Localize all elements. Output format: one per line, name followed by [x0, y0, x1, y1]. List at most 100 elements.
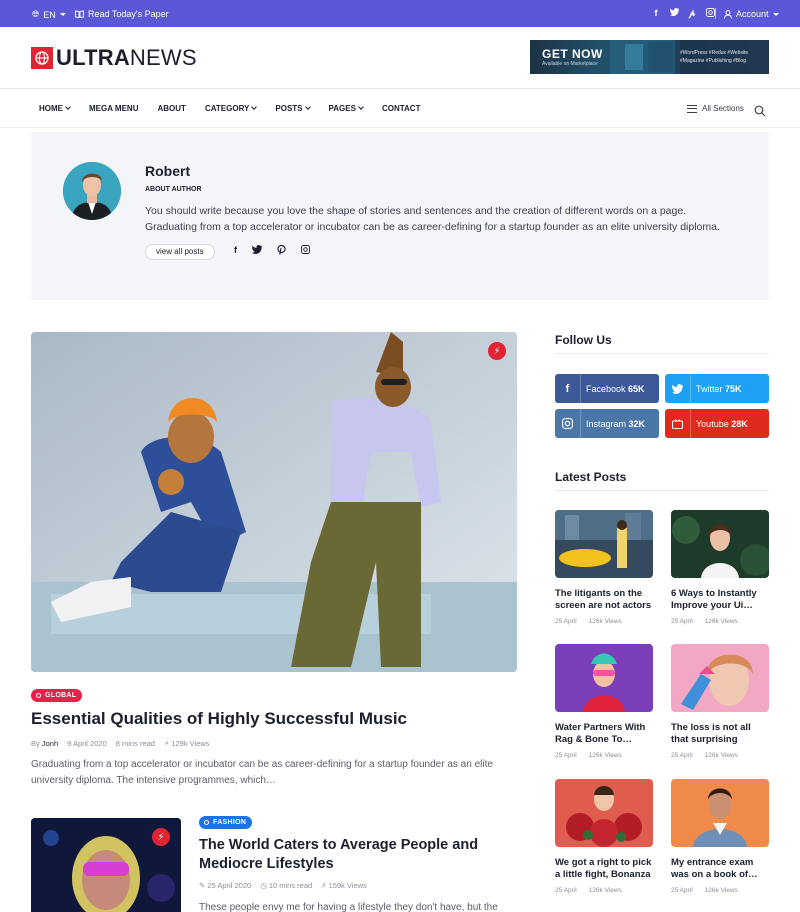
post-views-value: 159k Views — [328, 881, 367, 890]
featured-illustration — [31, 332, 517, 672]
second-post-meta: ✎ 25 April 2020 ◷ 10 mins read ⚡︎ 159k V… — [199, 881, 367, 890]
view-all-posts-button[interactable]: view all posts — [145, 244, 215, 260]
follow-us-heading: Follow Us — [555, 333, 612, 347]
second-post-title[interactable]: The World Caters to Average People and M… — [199, 836, 499, 874]
nav-item-about[interactable]: ABOUT — [157, 104, 185, 113]
book-icon — [75, 10, 84, 18]
latest-post-meta: 25 April 126k Views — [671, 887, 738, 894]
latest-post-date: 25 April — [671, 618, 693, 625]
follow-network: Instagram — [586, 418, 627, 429]
latest-post-image[interactable] — [671, 644, 769, 712]
twitter-icon[interactable] — [251, 245, 263, 257]
post-views: ⚡︎ 129k Views — [164, 739, 210, 748]
latest-post-title[interactable]: The litigants on the screen are not acto… — [555, 588, 653, 612]
featured-post-title[interactable]: Essential Qualities of Highly Successful… — [31, 709, 517, 729]
second-post-image[interactable]: ⚡︎ — [31, 818, 181, 912]
twitter-icon[interactable] — [669, 8, 679, 18]
instagram-icon[interactable] — [705, 8, 715, 18]
ad-subtitle: Available on Marketplace — [542, 61, 598, 67]
follow-label: Instagram 32K — [581, 419, 645, 429]
header-ad-banner[interactable]: GET NOW Available on Marketplace #WordPr… — [530, 40, 769, 74]
instagram-icon — [555, 409, 581, 438]
latest-post-image[interactable] — [671, 779, 769, 847]
nav-item-mega-menu[interactable]: MEGA MENU — [89, 104, 138, 113]
latest-post-title[interactable]: Water Partners With Rag & Bone To… — [555, 722, 653, 746]
caret-down-icon — [59, 13, 66, 16]
latest-posts-heading: Latest Posts — [555, 470, 627, 484]
latest-post-meta: 25 April 126k Views — [555, 887, 622, 894]
all-sections-button[interactable]: All Sections — [687, 104, 744, 113]
latest-post-date: 25 April — [671, 887, 693, 894]
pinterest-icon[interactable]: 𝓅 — [687, 8, 697, 18]
nav-label: ABOUT — [157, 104, 186, 113]
latest-post-date: 25 April — [555, 618, 577, 625]
nav-item-posts[interactable]: POSTS — [275, 104, 311, 113]
latest-post-image[interactable] — [555, 779, 653, 847]
author-byline: By Jonh — [31, 739, 58, 748]
pinterest-icon[interactable] — [277, 244, 286, 257]
twitter-icon — [665, 374, 691, 403]
follow-label: Facebook 65K — [581, 384, 645, 394]
topbar-socials: f 𝓅 — [651, 8, 715, 18]
post-views-value: 129k Views — [171, 739, 210, 748]
author-bio: You should write because you love the sh… — [145, 205, 720, 233]
latest-post-views: 126k Views — [704, 618, 738, 625]
latest-post-date: 25 April — [555, 887, 577, 894]
follow-twitter-button[interactable]: Twitter 75K — [665, 374, 769, 403]
trending-bolt-icon: ⚡︎ — [152, 828, 170, 846]
main-nav: HOME MEGA MENU ABOUT CATEGORY POSTS PAGE… — [39, 104, 439, 113]
latest-post-title[interactable]: My entrance exam was on a book of… — [671, 857, 769, 881]
nav-label: HOME — [39, 104, 63, 113]
instagram-icon[interactable] — [301, 245, 310, 257]
facebook-icon[interactable]: f — [651, 8, 661, 18]
follow-facebook-button[interactable]: f Facebook 65K — [555, 374, 659, 403]
follow-youtube-button[interactable]: Youtube 28K — [665, 409, 769, 438]
latest-post-views: 126k Views — [704, 752, 738, 759]
search-icon[interactable] — [754, 104, 766, 117]
nav-item-contact[interactable]: CONTACT — [382, 104, 421, 113]
follow-count: 75K — [725, 383, 742, 394]
logo-light: NEWS — [129, 45, 197, 70]
latest-post-image[interactable] — [555, 510, 653, 578]
nav-label: CATEGORY — [204, 104, 250, 113]
language-label: EN — [43, 9, 56, 20]
latest-post-image[interactable] — [671, 510, 769, 578]
post-author[interactable]: Jonh — [42, 739, 58, 748]
featured-post-meta: By Jonh 9 April 2020 8 mins read ⚡︎ 129k… — [31, 739, 210, 748]
follow-instagram-button[interactable]: Instagram 32K — [555, 409, 659, 438]
site-logo[interactable]: ULTRANEWS — [31, 45, 197, 71]
language-selector[interactable]: 🌐︎ EN — [32, 9, 66, 20]
category-badge-global[interactable]: GLOBAL — [31, 689, 83, 702]
hamburger-icon — [687, 104, 697, 113]
post-date-value: 25 April 2020 — [207, 881, 252, 890]
author-avatar[interactable] — [63, 162, 121, 220]
follow-network: Youtube — [696, 418, 729, 429]
latest-post-image[interactable] — [555, 644, 653, 712]
facebook-icon[interactable]: f — [234, 245, 237, 257]
latest-post-title[interactable]: The loss is not all that surprising — [671, 722, 769, 746]
read-paper-link[interactable]: Read Today's Paper — [75, 9, 169, 19]
latest-posts-divider — [555, 490, 769, 491]
topbar-divider — [715, 8, 716, 19]
latest-post-title[interactable]: We got a right to pick a little fight, B… — [555, 857, 653, 881]
category-badge-fashion[interactable]: FASHION — [199, 816, 253, 829]
latest-post-title[interactable]: 6 Ways to Instantly Improve your Ui… — [671, 588, 769, 612]
latest-post-views: 126k Views — [588, 618, 622, 625]
caret-down-icon — [772, 12, 779, 16]
logo-wordmark: ULTRANEWS — [56, 45, 197, 71]
author-name: Robert — [145, 163, 191, 179]
nav-item-home[interactable]: HOME — [39, 104, 71, 113]
account-menu[interactable]: Account — [724, 9, 779, 19]
post-views: ⚡︎ 159k Views — [321, 881, 367, 890]
globe-logo-icon — [31, 47, 53, 69]
nav-item-category[interactable]: CATEGORY — [204, 104, 258, 113]
chevron-down-icon — [358, 104, 364, 110]
featured-post-image[interactable]: ⚡︎ — [31, 332, 517, 672]
nav-item-pages[interactable]: PAGES — [329, 104, 364, 113]
author-prefix: By — [31, 739, 40, 748]
nav-divider — [0, 127, 800, 128]
latest-post-views: 126k Views — [588, 752, 622, 759]
follow-network: Twitter — [696, 383, 723, 394]
nav-label: POSTS — [275, 104, 303, 113]
latest-post-meta: 25 April 126k Views — [555, 752, 622, 759]
